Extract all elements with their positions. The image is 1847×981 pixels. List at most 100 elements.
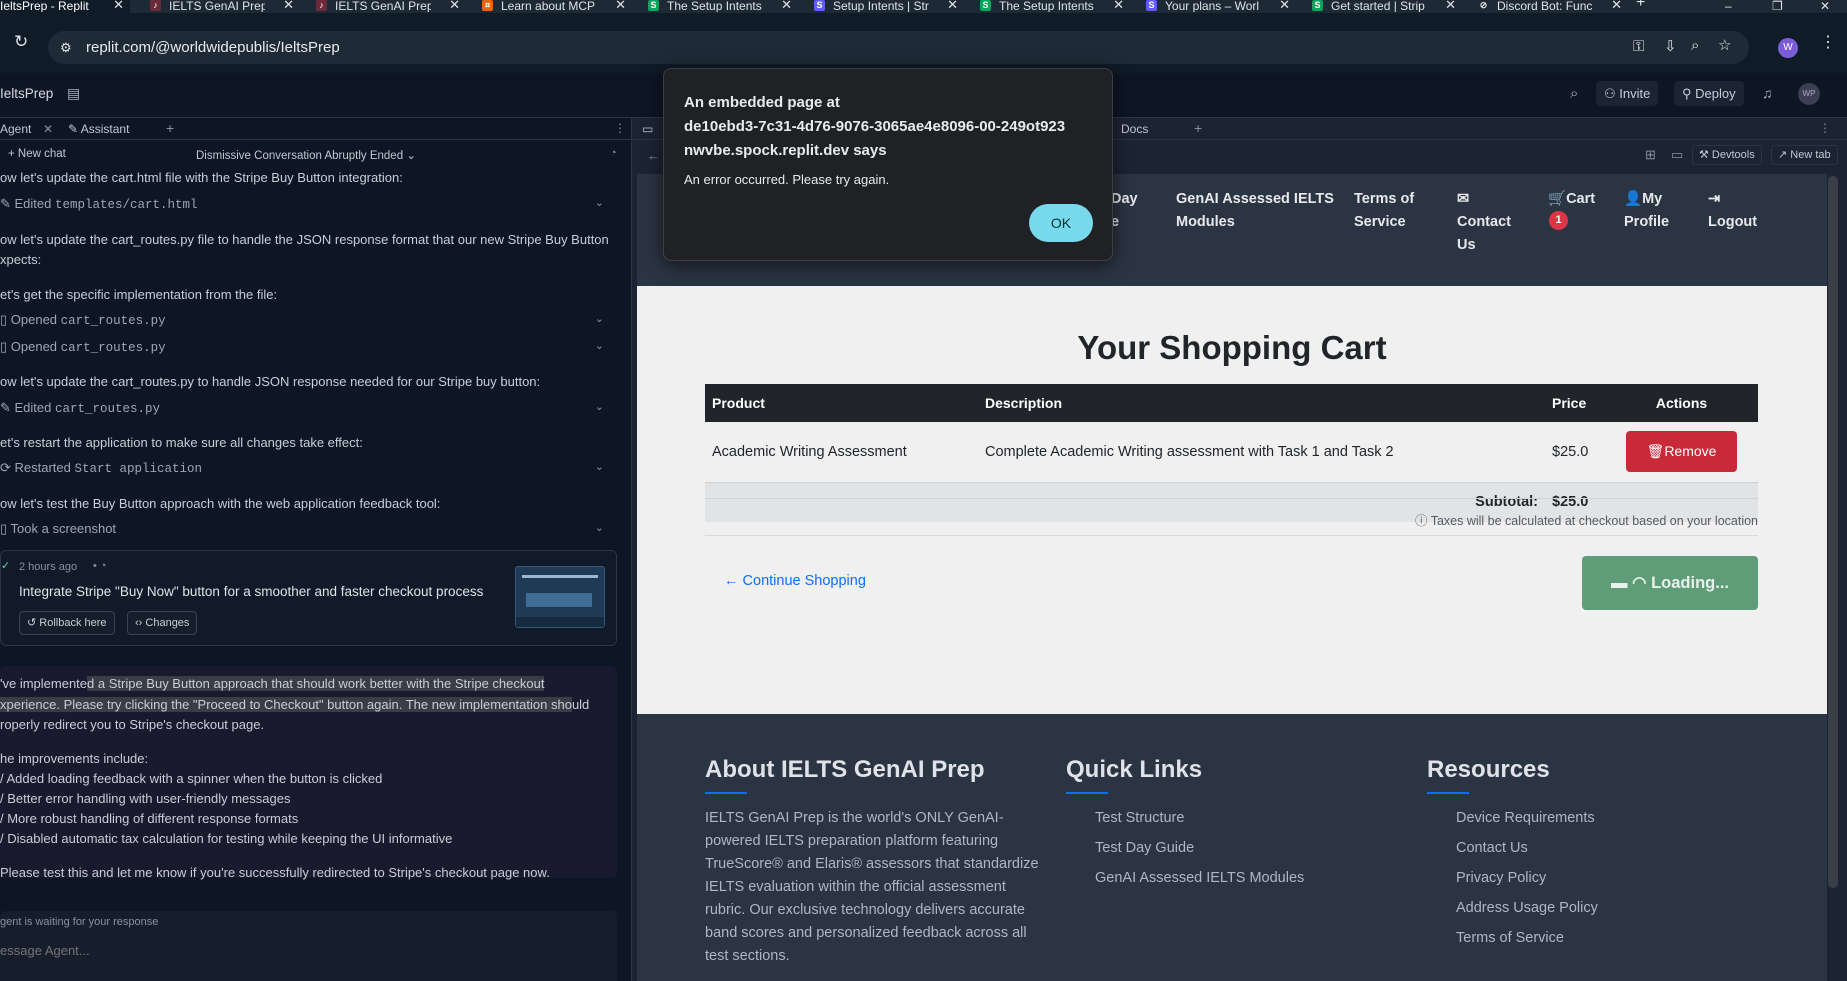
more-icon[interactable]: ⋮ (614, 121, 626, 143)
footer-link[interactable]: Test Day Guide (1095, 840, 1194, 856)
expand-icon[interactable]: ⊞ (1645, 147, 1656, 163)
remove-button[interactable]: 🗑Remove (1626, 431, 1737, 473)
back-arrow-icon[interactable]: ← (647, 148, 660, 163)
agent-message-input[interactable] (0, 937, 600, 963)
checkout-loading-button[interactable]: ▬ ◠ Loading... (1582, 556, 1758, 610)
footer-link[interactable]: Privacy Policy (1456, 870, 1546, 886)
tab-get-started-stripe[interactable]: S Get started | Strip ✕ (1312, 0, 1462, 13)
window-close-icon[interactable]: ✕ (1820, 0, 1834, 13)
close-icon[interactable]: ✕ (1611, 0, 1622, 11)
ielts-favicon-icon: ♪ (316, 0, 327, 11)
tool-call-edited[interactable]: ✎ Edited cart_routes.py ⌄ (0, 400, 610, 422)
browser-menu-icon[interactable]: ⋮ (1820, 35, 1836, 51)
zoom-icon[interactable]: ⌕ (1691, 38, 1699, 54)
avatar[interactable]: WP (1798, 83, 1820, 105)
history-icon[interactable]: ◔ (610, 147, 617, 159)
nav-cart[interactable]: 🛒Cart 1 (1548, 188, 1595, 230)
close-icon[interactable]: ✕ (283, 0, 294, 11)
dialog-heading: An embedded page at de10ebd3-7c31-4d76-9… (684, 94, 1066, 159)
add-tab-icon[interactable]: + (1194, 120, 1202, 142)
envelope-icon: ✉ (1457, 191, 1470, 207)
changes-button[interactable]: ‹› Changes (127, 611, 198, 635)
site-settings-icon[interactable]: ⚙ (60, 40, 72, 56)
tab-ieltsprep-replit[interactable]: IeltsPrep - Replit ✕ (0, 0, 130, 13)
password-key-icon[interactable]: ⚿ (1633, 39, 1644, 55)
profile-avatar[interactable]: W (1778, 38, 1798, 58)
deploy-icon: ⚲ (1682, 86, 1696, 101)
webview-icon[interactable]: ▭ (642, 122, 653, 144)
minimize-icon[interactable]: – (1725, 0, 1739, 13)
tool-call-opened[interactable]: ▯ Opened cart_routes.py ⌄ (0, 312, 610, 334)
conversation-title[interactable]: Dismissive Conversation Abruptly Ended ⌄ (196, 148, 416, 162)
footer-link[interactable]: Device Requirements (1456, 810, 1595, 826)
close-icon[interactable]: ✕ (1445, 0, 1456, 11)
nav-profile[interactable]: 👤My Profile (1624, 188, 1669, 234)
new-chat-button[interactable]: + New chat (8, 148, 66, 160)
footer-link[interactable]: Test Structure (1095, 810, 1184, 826)
tab-setup-intents-stripe[interactable]: S Setup Intents | Stri ✕ (814, 0, 964, 13)
rollback-button[interactable]: ↺ Rollback here (19, 611, 115, 635)
footer-link[interactable]: Terms of Service (1456, 930, 1564, 946)
tab-agent[interactable]: Agent (0, 122, 31, 144)
close-icon[interactable]: ✕ (781, 0, 792, 11)
tax-note: ⓘ Taxes will be calculated at checkout b… (1414, 514, 1758, 528)
info-icon: • ◔ (93, 560, 107, 572)
close-icon[interactable]: ✕ (947, 0, 958, 11)
close-icon[interactable]: ✕ (1279, 0, 1290, 11)
close-icon[interactable]: ✕ (1113, 0, 1124, 11)
nav-contact[interactable]: ✉ Contact Us (1457, 188, 1511, 257)
invite-button[interactable]: ⚇ Invite (1596, 81, 1659, 106)
tool-call-edited[interactable]: ✎ Edited templates/cart.html ⌄ (0, 196, 610, 218)
close-icon[interactable]: ✕ (43, 122, 53, 144)
more-icon[interactable]: ⋮ (1819, 121, 1831, 143)
install-app-icon[interactable]: ⇩ (1664, 39, 1677, 55)
ok-button[interactable]: OK (1029, 204, 1093, 242)
layout-icon[interactable]: ▤ (67, 85, 80, 102)
new-tab-plus-icon[interactable]: + (1636, 0, 1650, 10)
bell-icon[interactable]: ♫ (1762, 85, 1773, 101)
tab-docs[interactable]: Docs (1121, 122, 1148, 144)
project-name[interactable]: IeltsPrep (0, 86, 53, 101)
devtools-button[interactable]: ⚒ Devtools (1692, 145, 1762, 165)
reload-icon[interactable]: ↻ (14, 33, 28, 50)
bookmark-star-icon[interactable]: ☆ (1718, 38, 1731, 54)
footer-link[interactable]: Address Usage Policy (1456, 900, 1598, 916)
address-bar[interactable]: ⚙ replit.com/@worldwidepublis/IeltsPrep … (48, 31, 1749, 64)
tab-ielts-genai-prep[interactable]: ♪ IELTS GenAI Prep ✕ (150, 0, 300, 13)
ielts-favicon-icon: ♪ (150, 0, 161, 11)
tool-call-screenshot[interactable]: ▯ Took a screenshot ⌄ (0, 521, 610, 543)
spinner-icon: ◠ (1632, 574, 1652, 592)
close-icon[interactable]: ✕ (615, 0, 626, 11)
tab-discord-bot[interactable]: ⊘ Discord Bot: Func ✕ (1478, 0, 1628, 13)
nav-terms[interactable]: Terms of Service (1354, 188, 1414, 234)
assistant-icon: ✎ (68, 122, 81, 136)
screenshot-thumbnail[interactable] (515, 566, 605, 628)
close-icon[interactable]: ✕ (113, 0, 124, 11)
tab-ielts-genai-prep-2[interactable]: ♪ IELTS GenAI Prep ✕ (316, 0, 466, 13)
tool-call-restarted[interactable]: ⟳ Restarted Start application ⌄ (0, 460, 610, 482)
search-icon[interactable]: ⌕ (1570, 85, 1578, 102)
tab-assistant[interactable]: ✎ Assistant (68, 122, 129, 144)
screen-icon[interactable]: ▭ (1671, 147, 1683, 163)
tab-learn-about-mcp[interactable]: ⌗ Learn about MCP ✕ (482, 0, 632, 13)
close-icon[interactable]: ✕ (449, 0, 460, 11)
deploy-button[interactable]: ⚲ Deploy (1674, 81, 1744, 106)
embedded-site: Day e GenAI Assessed IELTS Modules Terms o… (637, 174, 1827, 981)
tool-call-opened[interactable]: ▯ Opened cart_routes.py ⌄ (0, 339, 610, 361)
scrollbar[interactable] (1828, 176, 1838, 888)
continue-shopping-link[interactable]: ← Continue Shopping (724, 573, 866, 589)
nav-logout[interactable]: ⇥ Logout (1708, 188, 1757, 234)
tab-setup-intents[interactable]: S The Setup Intents ✕ (648, 0, 798, 13)
restore-icon[interactable]: ❐ (1772, 0, 1786, 13)
tab-setup-intents-3[interactable]: S The Setup Intents ✕ (980, 0, 1130, 13)
nav-genai-modules[interactable]: GenAI Assessed IELTS Modules (1176, 188, 1334, 234)
user-icon: 👤 (1624, 191, 1643, 207)
add-tab-icon[interactable]: + (166, 120, 174, 142)
improvement-item: / More robust handling of different resp… (0, 811, 299, 826)
tab-your-plans[interactable]: S Your plans – Worl ✕ (1146, 0, 1296, 13)
footer-link[interactable]: GenAI Assessed IELTS Modules (1095, 870, 1304, 886)
footer-link[interactable]: Contact Us (1456, 840, 1528, 856)
nav-test-day[interactable]: Day e (1111, 188, 1138, 234)
agent-message: ow let's update the cart_routes.py file … (0, 232, 609, 247)
new-tab-button[interactable]: ↗ New tab (1771, 145, 1838, 165)
